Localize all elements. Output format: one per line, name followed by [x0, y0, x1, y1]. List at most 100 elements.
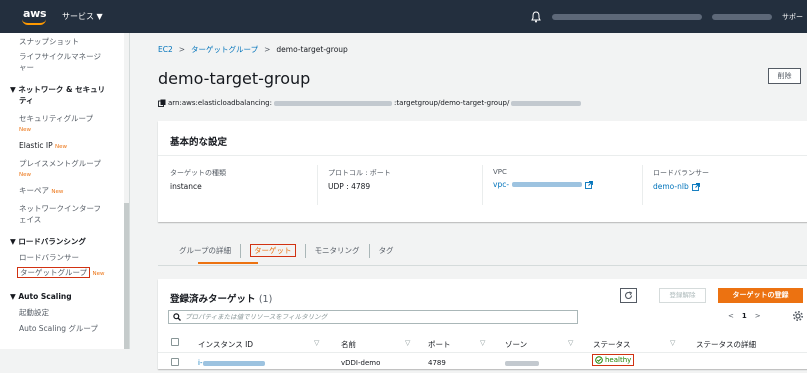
- breadcrumb-ec2[interactable]: EC2: [158, 45, 173, 54]
- breadcrumb-separator: >: [264, 45, 271, 54]
- check-circle-icon: [595, 356, 603, 364]
- sidebar-item-placement-groups[interactable]: プレイスメントグループ: [19, 158, 101, 169]
- column-header-zone[interactable]: ゾーン: [505, 339, 527, 350]
- breadcrumb-separator: >: [178, 45, 186, 54]
- load-balancer-label: ロードバランサー: [653, 169, 709, 177]
- protocol-field: プロトコル : ポート UDP : 4789: [328, 168, 391, 191]
- delete-button[interactable]: 削除: [768, 68, 801, 84]
- sidebar-item-auto-scaling-groups[interactable]: Auto Scaling グループ: [19, 323, 98, 334]
- vpc-label: VPC: [493, 168, 507, 176]
- services-menu[interactable]: サービス ▼: [62, 11, 103, 22]
- support-menu[interactable]: サポー: [782, 12, 803, 22]
- sort-icon[interactable]: ▽: [670, 339, 675, 347]
- redacted-id: [511, 100, 582, 106]
- external-link-icon[interactable]: [691, 182, 700, 191]
- sort-icon[interactable]: ▽: [480, 339, 485, 347]
- sidebar-item-elastic-ip[interactable]: Elastic IP New: [19, 140, 67, 153]
- load-balancer-value[interactable]: demo-nlb: [653, 182, 709, 191]
- sidebar-scrollbar[interactable]: [124, 33, 129, 349]
- column-header-status[interactable]: ステータス: [593, 339, 631, 350]
- registered-targets-count: (1): [258, 294, 273, 305]
- copy-icon[interactable]: [158, 99, 166, 107]
- sort-icon[interactable]: ▽: [568, 339, 573, 347]
- status-text: healthy: [605, 356, 632, 364]
- sidebar-item-network-interfaces-cont[interactable]: ェイス: [19, 214, 41, 225]
- vpc-field: VPC vpc-: [493, 168, 593, 189]
- instance-id-link[interactable]: i-: [198, 359, 266, 367]
- new-badge: New: [19, 127, 31, 133]
- tab-targets[interactable]: ターゲット: [241, 241, 305, 260]
- tabs-divider: [158, 265, 807, 266]
- breadcrumb-current: demo-target-group: [276, 45, 348, 54]
- aws-logo[interactable]: aws: [20, 6, 50, 28]
- sort-icon[interactable]: ▽: [405, 339, 410, 347]
- new-badge: New: [92, 271, 105, 277]
- sidebar-item-network-interfaces[interactable]: ネットワークインターフ: [19, 203, 101, 214]
- refresh-button[interactable]: [620, 288, 637, 303]
- current-page[interactable]: 1: [742, 312, 747, 320]
- sidebar-section-network[interactable]: ▼ ネットワーク & セキュリ: [10, 84, 105, 95]
- load-balancer-link[interactable]: demo-nlb: [653, 182, 689, 191]
- arn-prefix: arn:aws:elasticloadbalancing:: [168, 99, 272, 107]
- new-badge: New: [51, 189, 64, 195]
- divider: [317, 165, 318, 205]
- tab-tags[interactable]: タグ: [370, 241, 403, 260]
- divider: [158, 155, 807, 156]
- tab-group-details[interactable]: グループの詳細: [170, 241, 240, 260]
- tab-monitoring[interactable]: モニタリング: [306, 241, 369, 260]
- target-zone: [505, 361, 539, 366]
- table-row[interactable]: i- vDDI-demo 4789 healthy: [158, 353, 807, 373]
- sidebar-item-snapshots[interactable]: スナップショット: [19, 36, 79, 47]
- table-header: インスタンス ID ▽ 名前 ▽ ポート ▽ ゾーン ▽ ステータス ▽ ステー…: [158, 333, 807, 353]
- target-type-value: instance: [170, 182, 202, 191]
- sidebar-item-lifecycle-manager-cont[interactable]: ャー: [19, 62, 34, 73]
- basic-settings-card: 基本的な設定 ターゲットの種類 instance プロトコル : ポート UDP…: [158, 121, 807, 222]
- arn-line: arn:aws:elasticloadbalancing: :targetgro…: [158, 99, 582, 107]
- row-checkbox[interactable]: [171, 358, 179, 366]
- sidebar-section-network-cont[interactable]: ティ: [19, 95, 34, 106]
- filter-input-container[interactable]: [168, 310, 578, 324]
- sidebar-section-load-balancing[interactable]: ▼ ロードバランシング: [10, 236, 86, 247]
- column-header-status-detail[interactable]: ステータスの詳細: [696, 339, 756, 350]
- sidebar-section-auto-scaling[interactable]: ▼ Auto Scaling: [10, 291, 72, 302]
- redacted-account: [273, 100, 392, 106]
- basic-settings-heading: 基本的な設定: [170, 137, 228, 148]
- protocol-value: UDP : 4789: [328, 182, 371, 191]
- refresh-icon: [624, 291, 633, 299]
- arn-mid: :targetgroup/demo-target-group/: [393, 99, 510, 107]
- deregister-button[interactable]: 登録解除: [659, 288, 706, 303]
- vpc-link[interactable]: vpc-: [493, 180, 509, 189]
- register-targets-button[interactable]: ターゲットの登録: [718, 288, 803, 303]
- protocol-label: プロトコル : ポート: [328, 169, 391, 177]
- sidebar-item-key-pairs[interactable]: キーペア New: [19, 185, 63, 198]
- sidebar-item-launch-configurations[interactable]: 起動設定: [19, 307, 49, 318]
- target-type-field: ターゲットの種類 instance: [170, 168, 226, 191]
- gear-icon[interactable]: [792, 310, 804, 322]
- vpc-value[interactable]: vpc-: [493, 180, 593, 189]
- sidebar-item-label: セキュリティグループ: [19, 114, 94, 123]
- column-header-port[interactable]: ポート: [428, 339, 451, 350]
- region-menu[interactable]: [712, 13, 772, 20]
- next-page-button[interactable]: >: [755, 312, 761, 320]
- search-icon: [173, 313, 181, 321]
- column-header-instance-id[interactable]: インスタンス ID: [198, 339, 253, 350]
- sidebar-item-label: キーペア: [19, 186, 49, 195]
- filter-input[interactable]: [185, 313, 565, 321]
- sort-icon[interactable]: ▽: [314, 339, 319, 347]
- bell-icon[interactable]: [530, 10, 542, 23]
- registered-targets-title: 登録済みターゲット: [170, 294, 256, 305]
- sidebar-item-load-balancers[interactable]: ロードバランサー: [19, 252, 79, 263]
- new-badge: New: [19, 172, 31, 178]
- external-link-icon[interactable]: [585, 180, 593, 189]
- sidebar-item-target-groups[interactable]: ターゲットグループ New: [17, 267, 104, 280]
- sidebar-item-lifecycle-manager[interactable]: ライフサイクルマネージ: [19, 51, 101, 62]
- column-header-name[interactable]: 名前: [341, 339, 356, 350]
- account-menu[interactable]: [552, 13, 702, 20]
- prev-page-button[interactable]: <: [728, 312, 734, 320]
- select-all-checkbox[interactable]: [171, 338, 179, 346]
- breadcrumb-target-groups[interactable]: ターゲットグループ: [191, 44, 258, 55]
- scrollbar-thumb[interactable]: [124, 203, 129, 349]
- sidebar-item-label: ターゲットグループ: [17, 267, 91, 278]
- sidebar-item-security-groups[interactable]: セキュリティグループ: [19, 113, 93, 124]
- aws-logo-text: aws: [23, 6, 47, 20]
